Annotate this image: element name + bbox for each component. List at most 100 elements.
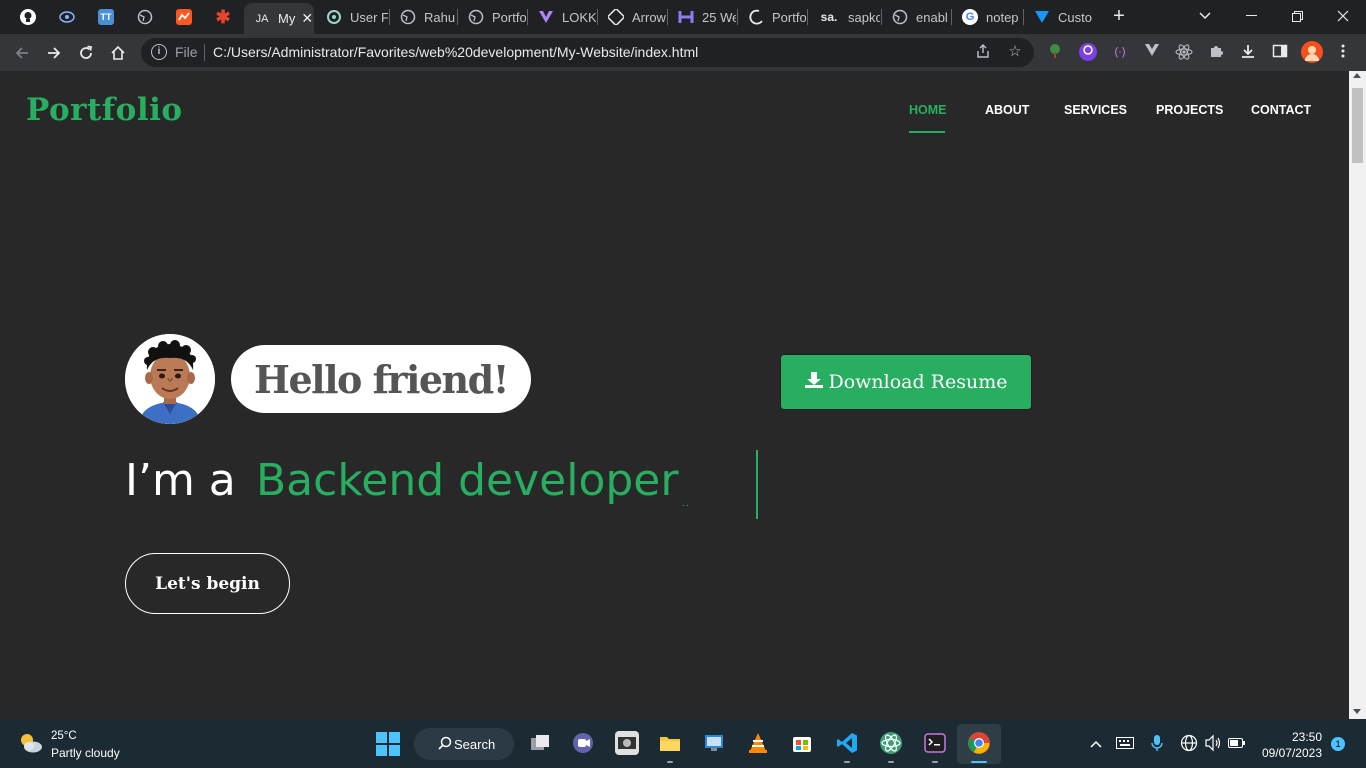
tab[interactable]: G notep	[952, 3, 1022, 31]
globe-icon	[137, 9, 153, 25]
circle-extension-icon[interactable]	[1079, 43, 1097, 61]
page-scrollbar[interactable]	[1349, 71, 1366, 719]
tab-label: My	[278, 11, 296, 26]
clock[interactable]: 23:50 09/07/2023	[1260, 729, 1322, 761]
tab[interactable]: Portfo	[458, 3, 526, 31]
running-indicator	[888, 761, 894, 763]
tab[interactable]: User F	[316, 3, 388, 31]
tab[interactable]: ✱	[205, 3, 241, 31]
vscode-icon[interactable]	[835, 731, 859, 755]
profile-avatar[interactable]	[1301, 41, 1323, 63]
vlc-icon[interactable]	[746, 731, 770, 755]
tab[interactable]	[127, 3, 163, 31]
site-logo[interactable]: Portfolio	[26, 92, 183, 128]
file-explorer-icon[interactable]	[658, 731, 682, 755]
download-resume-button[interactable]: Download Resume	[780, 354, 1032, 410]
partly-cloudy-icon[interactable]	[18, 731, 44, 755]
puzzle-icon[interactable]	[1207, 43, 1225, 61]
share-icon[interactable]	[974, 43, 992, 61]
scroll-up-arrow-icon[interactable]	[1353, 73, 1361, 78]
chevron-up-icon[interactable]	[1090, 735, 1102, 751]
globe-icon	[400, 9, 416, 25]
chrome-icon[interactable]	[967, 731, 991, 755]
tab[interactable]: LOKKI	[528, 3, 596, 31]
menu-icon[interactable]	[1334, 43, 1352, 61]
weather-temperature[interactable]: 25°C	[51, 730, 77, 742]
minimize-button[interactable]	[1228, 0, 1274, 32]
keyboard-icon[interactable]	[1116, 736, 1134, 752]
running-indicator	[932, 761, 938, 763]
tab[interactable]: enabl	[882, 3, 950, 31]
chart-icon	[176, 9, 192, 25]
weather-description[interactable]: Partly cloudy	[51, 746, 120, 760]
greeting-text: Hello friend!	[254, 356, 509, 402]
close-window-button[interactable]	[1320, 0, 1366, 32]
tab[interactable]: Custo	[1024, 3, 1094, 31]
tree-extension-icon[interactable]	[1046, 43, 1064, 61]
tab[interactable]: TT	[88, 3, 124, 31]
tab[interactable]: Portfo	[738, 3, 806, 31]
tab-strip: TT ✱ JA My ✕ User F Rahul Portfo LOKKI A…	[0, 0, 1366, 34]
tab[interactable]	[166, 3, 202, 31]
react-extension-icon[interactable]	[1175, 43, 1193, 61]
home-icon[interactable]	[106, 41, 130, 65]
tab-label: Portfo	[772, 9, 806, 25]
atom-app-icon[interactable]	[879, 731, 903, 755]
tab[interactable]	[49, 3, 85, 31]
lets-begin-label: Let's begin	[155, 573, 260, 594]
windows-start-icon[interactable]	[376, 732, 400, 756]
remote-desktop-icon[interactable]	[702, 731, 726, 755]
forward-icon[interactable]	[42, 41, 66, 65]
address-bar[interactable]: i File C:/Users/Administrator/Favorites/…	[141, 38, 1034, 67]
microphone-icon[interactable]	[1151, 734, 1163, 755]
tab-search-icon[interactable]	[1182, 0, 1228, 32]
info-icon[interactable]: i	[151, 44, 167, 60]
side-panel-icon[interactable]	[1271, 43, 1289, 61]
pictures-app-icon[interactable]	[615, 731, 639, 755]
microsoft-store-icon[interactable]	[790, 731, 814, 755]
new-tab-button[interactable]: +	[1108, 5, 1130, 27]
globe-network-icon[interactable]	[1180, 734, 1198, 755]
search-label: Search	[454, 736, 496, 752]
divider	[204, 44, 205, 61]
tab[interactable]: Arrow	[598, 3, 666, 31]
taskbar: 25°C Partly cloudy Search 23:50 09/07/20…	[0, 719, 1366, 768]
nav-link-about[interactable]: ABOUT	[985, 103, 1029, 117]
moon-icon	[748, 9, 764, 25]
reload-icon[interactable]	[74, 41, 98, 65]
download-icon[interactable]	[1239, 43, 1257, 61]
vue-extension-icon[interactable]	[1143, 43, 1161, 61]
terminal-icon[interactable]	[923, 731, 947, 755]
running-indicator	[667, 761, 673, 763]
globe-icon	[892, 9, 908, 25]
tab[interactable]: Rahul	[390, 3, 456, 31]
nav-link-home[interactable]: HOME	[909, 103, 947, 117]
tab-active[interactable]: JA My ✕	[244, 3, 314, 34]
tab-label: sapko	[848, 9, 880, 25]
brackets-extension-icon[interactable]: (·)	[1111, 43, 1129, 61]
nav-link-contact[interactable]: CONTACT	[1251, 103, 1311, 117]
url-text[interactable]: C:/Users/Administrator/Favorites/web%20d…	[213, 44, 698, 60]
back-icon[interactable]	[10, 41, 34, 65]
taskbar-search[interactable]: Search	[414, 728, 514, 760]
scroll-thumb[interactable]	[1352, 88, 1363, 163]
scroll-down-arrow-icon[interactable]	[1353, 709, 1361, 714]
running-indicator	[844, 761, 850, 763]
chat-icon[interactable]	[571, 731, 595, 755]
tab[interactable]	[10, 3, 46, 31]
star-icon[interactable]: ☆	[1006, 43, 1024, 61]
volume-icon[interactable]	[1204, 734, 1222, 755]
nav-link-services[interactable]: SERVICES	[1064, 103, 1127, 117]
restore-button[interactable]	[1274, 0, 1320, 32]
tab[interactable]: 25 We	[668, 3, 736, 31]
typing-dots: ..	[682, 498, 690, 509]
tab[interactable]: sa. sapko	[808, 3, 880, 31]
battery-icon[interactable]	[1228, 736, 1246, 752]
intro-text: I’m a	[125, 455, 236, 506]
tab-label: Arrow	[632, 9, 666, 25]
task-view-icon[interactable]	[528, 731, 552, 755]
close-icon[interactable]: ✕	[301, 10, 313, 27]
lets-begin-button[interactable]: Let's begin	[125, 553, 290, 614]
nav-link-projects[interactable]: PROJECTS	[1156, 103, 1223, 117]
notification-badge[interactable]: 1	[1331, 737, 1345, 751]
